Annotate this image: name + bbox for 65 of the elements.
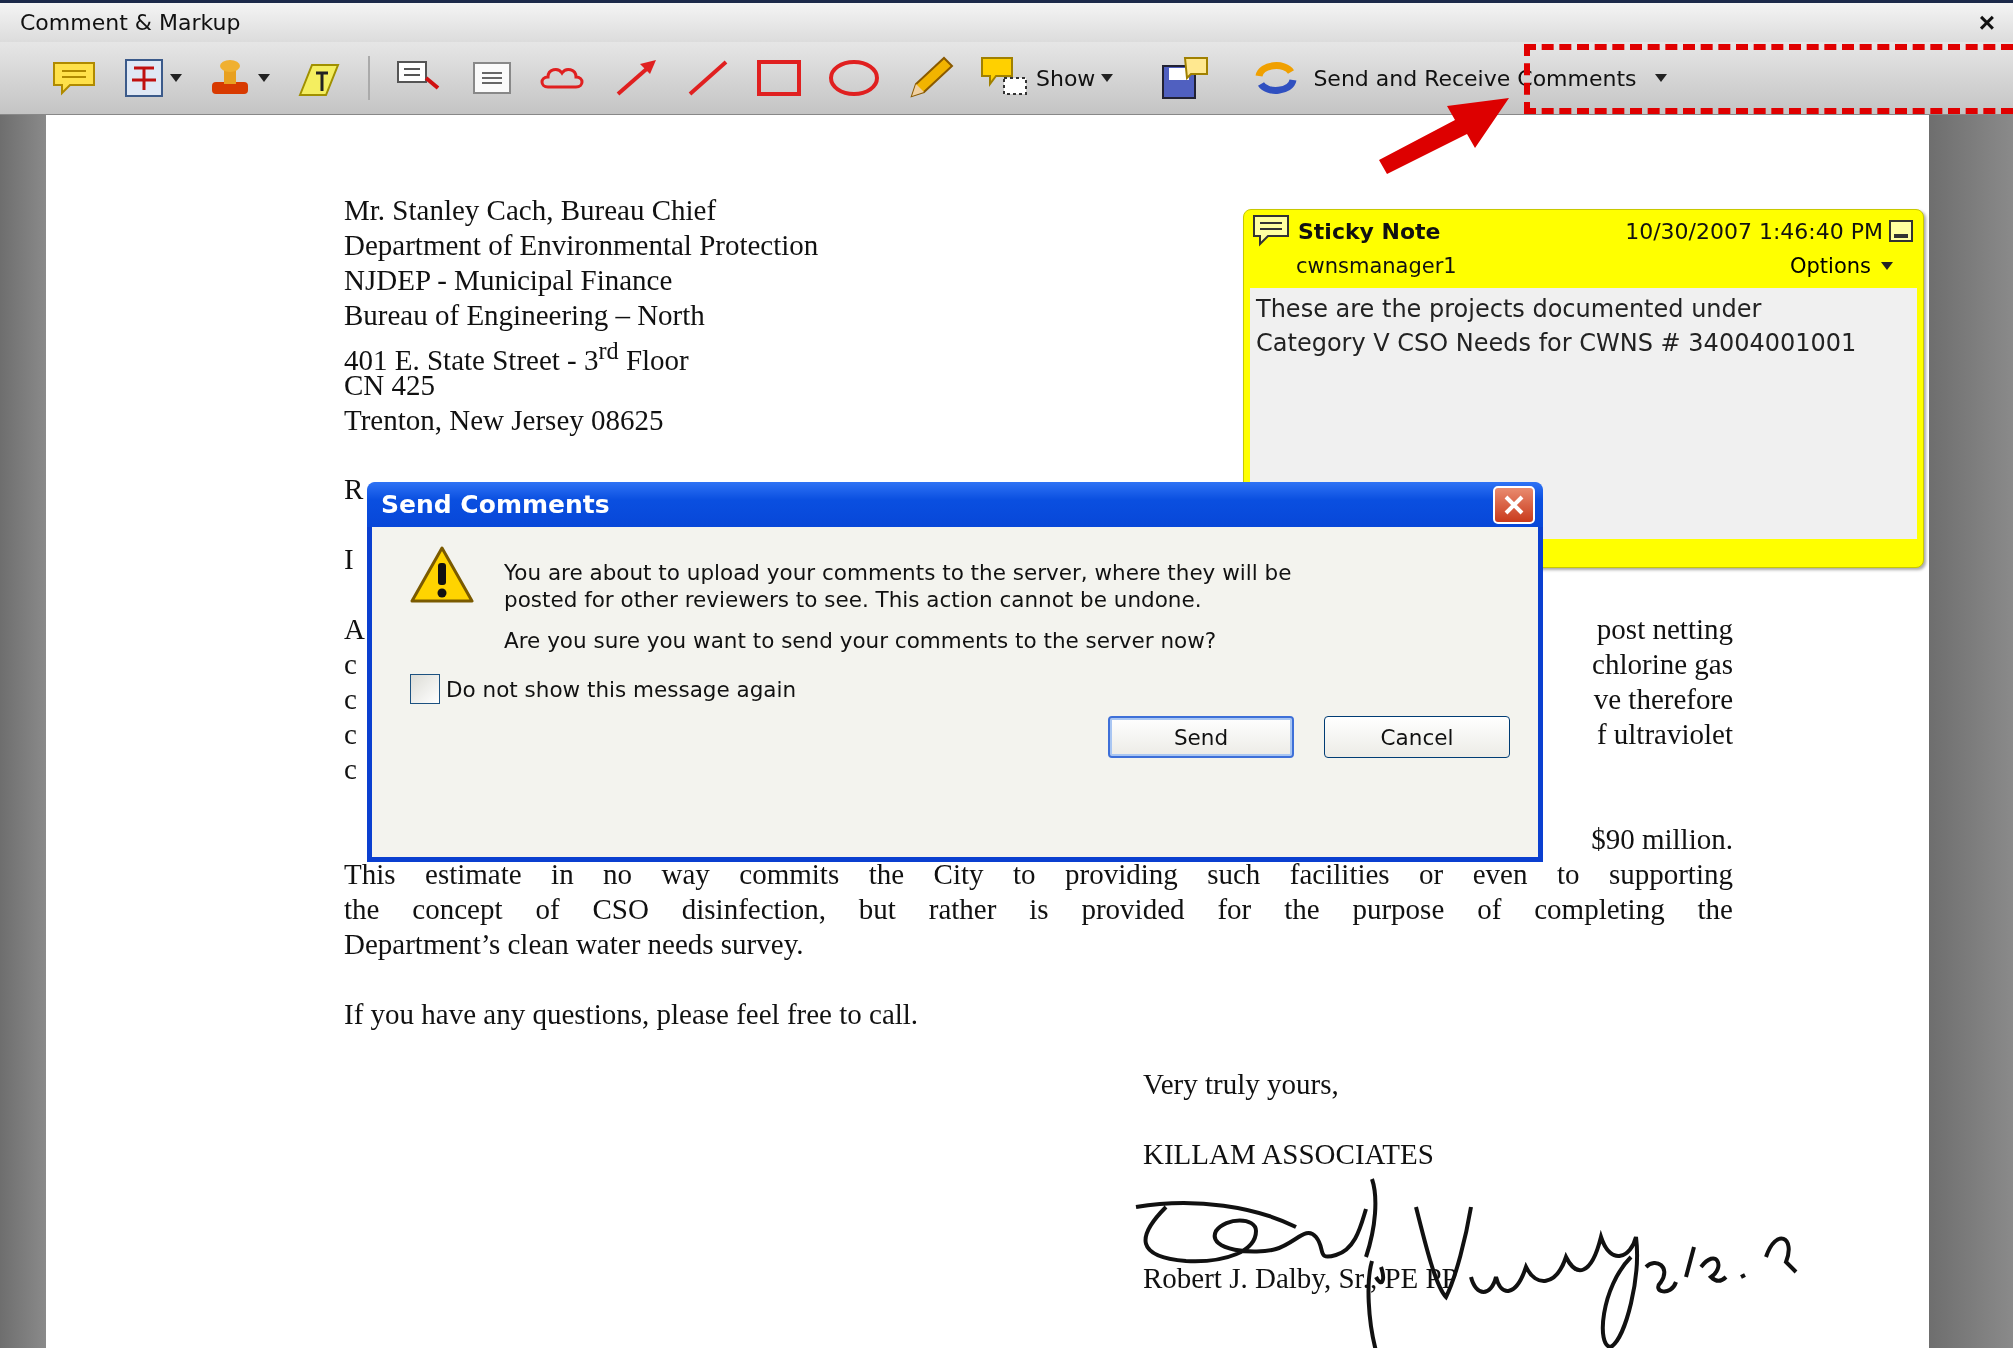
address-line: Bureau of Engineering – North [344,298,705,333]
letter-paragraph-line: This estimate in no way commits the City to providing such facilities or even to supporting [344,857,1733,892]
address-line: CN 425 [344,369,436,403]
oval-icon [828,59,880,97]
letter-text-fragment: c [344,647,357,682]
letter-paragraph-line: Department’s clean water needs survey. [344,927,805,962]
options-button[interactable]: Options [1789,254,1893,278]
address-line: NJDEP - Municipal Finance [344,263,673,298]
caret-icon [170,74,182,82]
letter-text-fragment: f ultraviolet [1596,717,1733,752]
address-line: Mr. Stanley Cach, Bureau Chief [344,193,717,228]
toolbar-title: Comment & Markup [20,10,241,35]
address-line: Department of Environmental Protection [344,228,819,263]
letter-text-fragment: c [344,682,357,717]
company-name: KILLAM ASSOCIATES [1143,1137,1435,1172]
letter-closing: Very truly yours, [1143,1067,1340,1102]
close-icon [1503,493,1525,516]
text-box-button[interactable] [472,61,512,95]
line-button[interactable] [686,58,730,98]
letter-text-fragment: c [344,717,357,752]
letter-text-fragment: c [344,752,357,787]
oval-button[interactable] [828,59,880,97]
letter-text-fragment: ve therefore [1593,682,1733,717]
note-title: Sticky Note [1298,218,1442,244]
close-button[interactable]: × [1978,8,1995,37]
address-line: Trenton, New Jersey 08625 [344,403,664,438]
address-line: 401 E. State Street - 3$^{rd}$ Floor [344,336,689,368]
dialog-title: Send Comments [381,490,610,519]
dialog-button[interactable]: Cancel [1324,716,1510,758]
close-button[interactable] [1493,485,1535,524]
letter-text-fragment: post netting [1596,612,1733,647]
caret-icon [1101,74,1114,82]
letter-text-fragment: I [344,542,354,577]
show-button[interactable]: Show [980,56,1114,100]
letter-text-fragment: chlorine gas [1592,647,1733,682]
warning-icon [410,545,474,605]
document-button[interactable] [1159,56,1210,100]
note-timestamp: 10/30/2007 1:46:40 PM [1625,218,1883,244]
text-box-icon [472,61,512,95]
dialog-button[interactable]: Send [1108,716,1294,758]
rectangle-button[interactable] [756,59,802,97]
dialog-question: Are you sure you want to send your comments to the server now? [504,627,1218,654]
rectangle-icon [756,59,802,97]
letter-text-fragment: A [344,612,365,647]
note-text-area[interactable]: These are the projects documented under Category V CSO Needs for CWNS # 34004001001 [1250,288,1917,539]
checkbox[interactable] [410,674,440,704]
speech-bubble-icon [1252,214,1292,248]
text-edit-icon [124,58,164,98]
document-icon [1159,56,1210,100]
letter-sentence: If you have any questions, please feel free to call. [344,997,919,1032]
letter-text-fragment: R [344,472,364,507]
caret-icon [1654,74,1667,82]
checkbox-label: Do not show this message again [446,676,797,702]
caret-icon [258,74,270,82]
minimize-icon [1894,234,1908,240]
speech-bubble-icon [50,59,98,97]
send-and-receive-button[interactable]: Send and Receive Comments [1253,58,1667,98]
caret-icon [1881,262,1893,270]
text-edits-button[interactable] [124,58,182,98]
letter-paragraph-line: the concept of CSO disinfection, but rather is provided for the purpose of completing the [344,892,1733,927]
note-author: cwnsmanager1 [1296,254,1457,278]
minimize-button[interactable] [1889,220,1913,242]
letter-text-fragment: $90 million. [1591,822,1733,857]
line-icon [686,58,730,98]
dialog-message: You are about to upload your comments to the server, where they will be posted for other reviewers to see. This action cannot be undone. [504,559,1293,613]
